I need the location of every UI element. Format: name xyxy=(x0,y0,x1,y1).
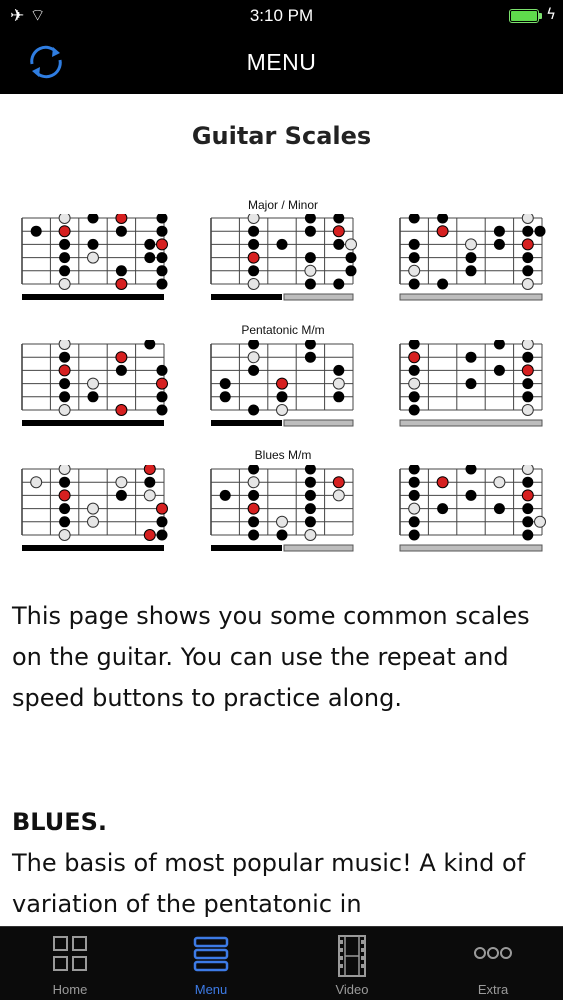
intro-paragraph: This page shows you some common scales o… xyxy=(12,602,530,712)
tab-video[interactable]: Video xyxy=(282,927,422,1001)
content-scroll[interactable]: Guitar Scales Major / Minor Pentatonic M… xyxy=(0,94,563,926)
tab-label: Extra xyxy=(477,982,509,997)
section-label-pentatonic: Pentatonic M/m xyxy=(241,323,325,337)
nav-bar: MENU xyxy=(0,32,563,94)
page-heading: Guitar Scales xyxy=(191,122,372,150)
scale-diagram xyxy=(399,214,546,301)
tab-menu[interactable]: Menu xyxy=(141,927,281,1001)
scale-diagram xyxy=(210,214,357,301)
scale-diagram xyxy=(21,340,168,426)
tab-label: Video xyxy=(335,982,369,997)
status-bar: ✈ ⌔ 3:10 PM ϟ xyxy=(0,0,563,32)
blues-paragraph: The basis of most popular music! A kind … xyxy=(12,849,526,918)
scale-diagram xyxy=(210,465,354,552)
battery-icon xyxy=(509,9,539,23)
scale-diagram xyxy=(210,340,354,427)
tab-extra[interactable]: Extra xyxy=(423,927,563,1001)
nav-title: MENU xyxy=(246,49,317,75)
tab-label: Menu xyxy=(194,982,228,997)
section-title-blues: BLUES. xyxy=(12,808,108,836)
scale-diagram xyxy=(21,214,168,300)
scale-diagram xyxy=(21,465,168,551)
charging-icon: ϟ xyxy=(546,5,556,23)
tab-label: Home xyxy=(52,982,88,997)
tab-bar: Home Menu Video Extra xyxy=(0,926,563,1000)
tab-home[interactable]: Home xyxy=(0,927,140,1001)
scale-diagram xyxy=(399,340,543,427)
film-icon xyxy=(338,935,366,977)
section-label-major-minor: Major / Minor xyxy=(247,198,318,212)
list-icon xyxy=(193,936,229,972)
grid-icon xyxy=(53,936,87,971)
scale-diagram xyxy=(399,465,546,552)
more-icon xyxy=(474,947,512,959)
section-label-blues: Blues M/m xyxy=(254,448,312,462)
status-time: 3:10 PM xyxy=(249,6,314,25)
